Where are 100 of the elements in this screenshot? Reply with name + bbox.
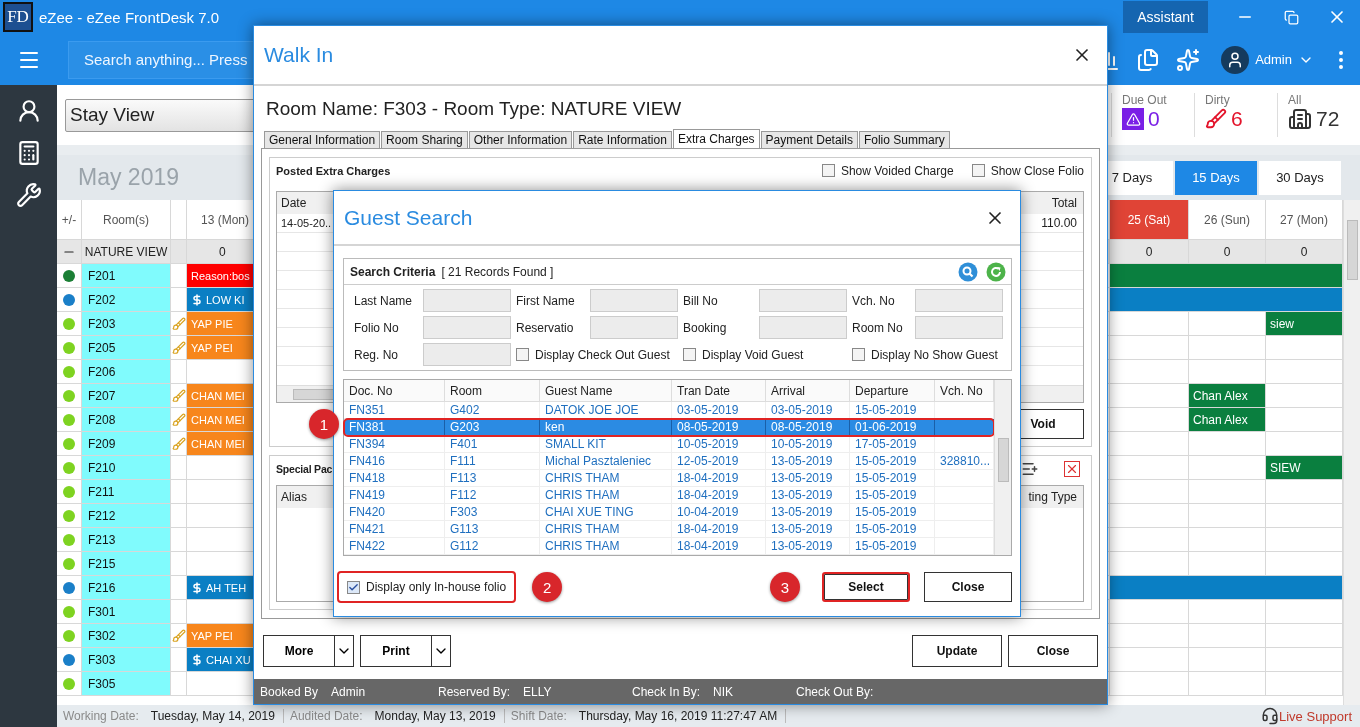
booking-bar[interactable]: SIEW [1266,456,1342,479]
booking-bar[interactable]: Chan Alex [1189,408,1265,431]
dialog-button[interactable]: Update [912,635,1002,667]
field-label: Booking [682,320,728,335]
tab[interactable]: Folio Summary [858,131,950,148]
result-row[interactable]: FN419 F112 CHRIS THAM 18-04-2019 13-05-2019 15-05-2019 [344,487,994,504]
result-row[interactable]: FN422 G112 CHRIS THAM 18-04-2019 13-05-2019 15-05-2019 [344,538,994,555]
month-title: May 2019 [78,164,179,191]
dialog-button[interactable]: Close [924,572,1012,602]
table-cell: FN381 [344,419,445,435]
table-cell: 15-05-2019 [850,504,935,520]
table-cell: G112 [445,538,540,554]
dialog-button[interactable]: Close [1008,635,1098,667]
field-label: Folio No [353,320,400,335]
checkbox-label: Display only In-house folio [366,580,507,594]
table-cell: G113 [445,521,540,537]
room-cell: F207 [82,384,171,408]
window-title: eZee - eZee FrontDesk 7.0 [39,8,220,26]
table-cell: 13-05-2019 [766,453,850,469]
result-row[interactable]: FN418 F113 CHRIS THAM 18-04-2019 13-05-2019 15-05-2019 [344,470,994,487]
dialog-title: Guest Search [344,205,474,230]
checkbox-label: Display Void Guest [702,347,804,362]
room-cell: F206 [82,360,171,384]
range-button[interactable]: 15 Days [1175,160,1257,195]
tab[interactable]: Other Information [468,131,573,148]
table-cell: FN416 [344,453,445,469]
info-label: Check Out By: [796,684,874,699]
table-cell: 15-05-2019 [850,487,935,503]
tab[interactable]: Room Sharing [381,131,468,148]
table-cell: F401 [445,436,540,452]
column-header: Alias [281,490,307,504]
tab[interactable]: Payment Details [760,131,858,148]
tab[interactable]: Rate Information [573,131,672,148]
column-header: Arrival [766,380,850,401]
table-cell: 15-05-2019 [850,521,935,537]
range-button[interactable]: 30 Days [1259,160,1341,195]
dialog-title: Walk In [264,43,335,67]
field-label: Last Name [353,293,414,308]
room-cell: F201 [82,264,171,288]
room-cell: F210 [82,456,171,480]
booking-bar[interactable]: siew [1266,312,1342,335]
column-header: 25 (Sat) [1110,200,1189,240]
tab[interactable]: Extra Charges [672,129,760,148]
table-cell: FN420 [344,504,445,520]
result-row[interactable]: FN381 G203 ken 08-05-2019 08-05-2019 01-06-2019 [344,419,994,436]
column-header: Doc. No [344,380,445,401]
table-cell: CHRIS THAM [540,521,672,537]
info-value: ELLY [523,684,552,699]
column-header: 27 (Mon) [1266,200,1343,240]
section-title: Special Pac [276,462,333,475]
room-cell: F213 [82,528,171,552]
callout-number: 3 [770,572,800,602]
status-value: Tuesday, May 14, 2019 [150,709,275,723]
status-label: Working Date: [63,709,139,723]
room-cell: F212 [82,504,171,528]
status-label: Audited Date: [289,709,363,723]
user-menu[interactable]: Admin [1215,44,1320,75]
live-support-link[interactable]: Live Support [1279,708,1352,724]
dialog-button[interactable]: Select [822,572,910,602]
checkbox-label: Show Close Folio [990,163,1084,178]
stat-value: 0 [1148,107,1160,131]
table-cell: 18-04-2019 [672,487,766,503]
room-cell: F211 [82,480,171,504]
table-cell: 110.00 [1041,216,1077,230]
table-cell: FN422 [344,538,445,554]
booking-bar[interactable]: Chan Alex [1189,384,1265,407]
table-cell: 12-05-2019 [672,453,766,469]
table-cell: CHRIS THAM [540,538,672,554]
stat-label: Due Out [1122,93,1168,107]
split-button[interactable]: Print [360,635,432,667]
table-cell: FN421 [344,521,445,537]
table-cell: F112 [445,487,540,503]
result-row[interactable]: FN416 F111 Michal Pasztaleniec 12-05-2019 13-05-2019 15-05-2019 328810... [344,453,994,470]
table-cell: 18-04-2019 [672,538,766,554]
table-cell: 13-05-2019 [766,521,850,537]
table-cell: CHRIS THAM [540,470,672,486]
callout-number: 1 [309,409,339,439]
table-cell: 01-06-2019 [850,419,935,435]
app-logo: FD [3,2,33,32]
table-cell: ken [540,419,672,435]
table-cell: 15-05-2019 [850,470,935,486]
checkbox-label: Show Voided Charge [840,163,954,178]
table-cell: F113 [445,470,540,486]
field-label: First Name [515,293,576,308]
result-row[interactable]: FN421 G113 CHRIS THAM 18-04-2019 13-05-2019 15-05-2019 [344,521,994,538]
table-cell: 08-05-2019 [766,419,850,435]
table-cell: 13-05-2019 [766,504,850,520]
tab[interactable]: General Information [264,131,381,148]
room-cell: F215 [82,552,171,576]
table-cell: 17-05-2019 [850,436,935,452]
split-button[interactable]: More [263,635,335,667]
table-cell: 13-05-2019 [766,470,850,486]
field-label: Reservatio [515,320,575,335]
table-cell: FN419 [344,487,445,503]
status-value: Thursday, May 16, 2019 11:27:47 AM [578,709,778,723]
table-cell: 18-04-2019 [672,521,766,537]
status-label: Shift Date: [510,709,567,723]
stat-label: All [1288,93,1303,107]
result-row[interactable]: FN420 F303 CHAI XUE TING 10-04-2019 13-05-2019 15-05-2019 [344,504,994,521]
assistant-button[interactable]: Assistant [1123,1,1208,33]
